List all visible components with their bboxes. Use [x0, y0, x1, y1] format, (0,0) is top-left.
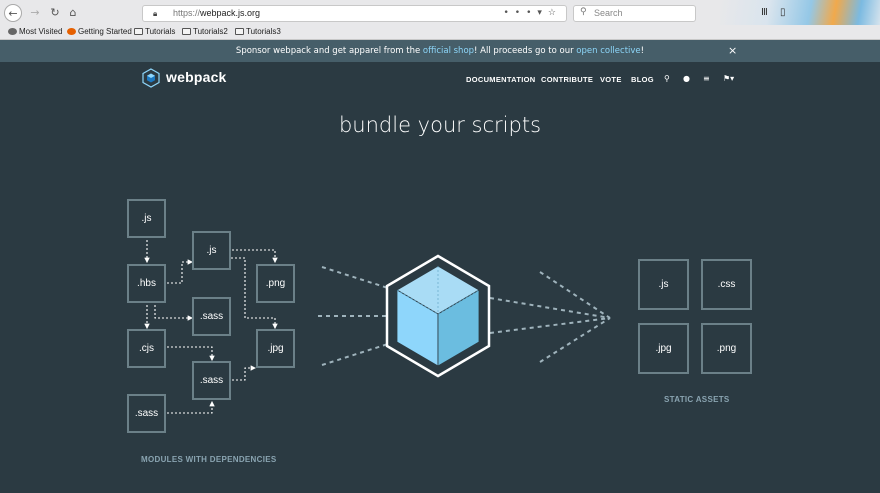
module-jpg: .jpg — [256, 329, 295, 368]
assets-caption: STATIC ASSETS — [664, 395, 730, 404]
module-sass: .sass — [192, 361, 231, 400]
module-js: .js — [127, 199, 166, 238]
asset-css: .css — [701, 259, 752, 310]
module-png: .png — [256, 264, 295, 303]
asset-js: .js — [638, 259, 689, 310]
module-hbs: .hbs — [127, 264, 166, 303]
asset-jpg: .jpg — [638, 323, 689, 374]
modules-caption: MODULES WITH DEPENDENCIES — [141, 455, 277, 464]
webpack-cube-icon — [385, 254, 491, 378]
module-js: .js — [192, 231, 231, 270]
module-sass: .sass — [192, 297, 231, 336]
module-sass: .sass — [127, 394, 166, 433]
asset-png: .png — [701, 323, 752, 374]
module-cjs: .cjs — [127, 329, 166, 368]
